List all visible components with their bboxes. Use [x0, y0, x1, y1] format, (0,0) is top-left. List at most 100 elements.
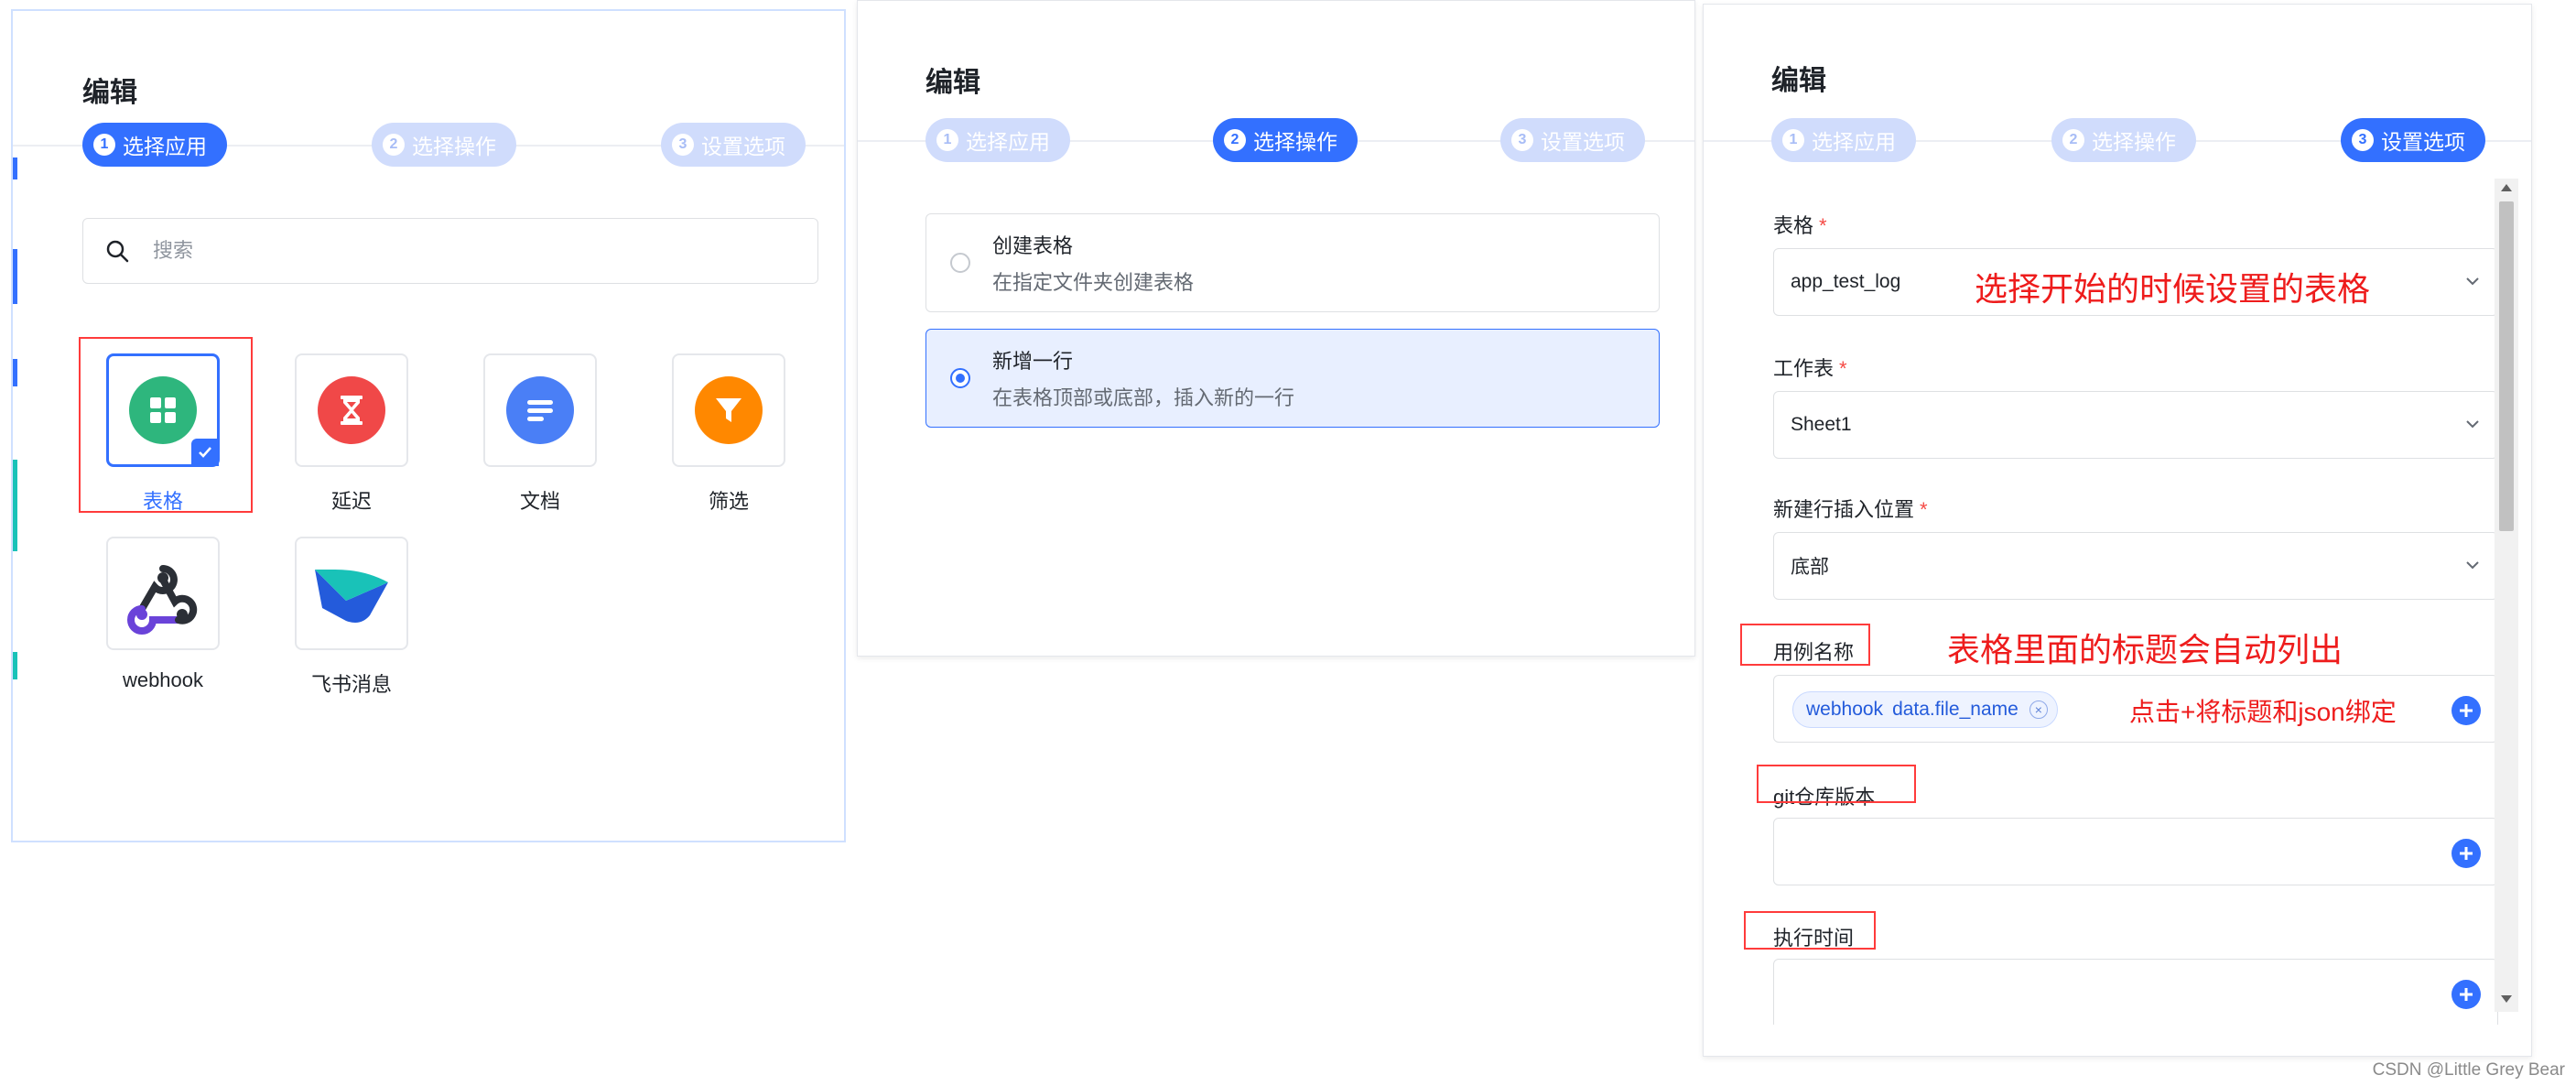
add-binding-button[interactable]: [2452, 980, 2481, 1009]
filter-funnel-icon: [695, 376, 763, 444]
app-tile[interactable]: [295, 537, 408, 650]
option-create-table[interactable]: 创建表格 在指定文件夹创建表格: [925, 213, 1660, 312]
scroll-down-arrow[interactable]: [2501, 995, 2512, 1003]
step-label: 选择操作: [412, 135, 496, 158]
edge-accent: [13, 359, 17, 386]
step-number: 2: [1224, 129, 1246, 151]
step-number: 2: [2062, 129, 2084, 151]
panel-title: 编辑: [925, 68, 980, 98]
case-name-field[interactable]: webhook data.file_name × 点击+将标题和json绑定: [1773, 675, 2498, 743]
scroll-up-arrow[interactable]: [2501, 184, 2512, 191]
step-number: 1: [93, 134, 115, 156]
app-tile[interactable]: [106, 537, 220, 650]
app-webhook[interactable]: webhook: [104, 537, 222, 692]
chevron-down-icon: [2466, 561, 2479, 570]
app-tile[interactable]: [672, 353, 785, 467]
plus-icon: [2460, 988, 2473, 1001]
step-select-app[interactable]: 1 选择应用: [925, 118, 1070, 162]
worksheet-select[interactable]: Sheet1: [1773, 391, 2498, 459]
required-mark: *: [1819, 214, 1827, 237]
annotation-titles-listed: 表格里面的标题会自动列出: [1947, 631, 2343, 668]
app-feishu-message[interactable]: 飞书消息: [293, 537, 410, 698]
step-label: 选择应用: [966, 130, 1050, 154]
chip-source-tag: webhook: [1806, 699, 1884, 720]
required-mark: *: [1839, 357, 1847, 380]
option-title: 创建表格: [992, 234, 1074, 257]
worksheet-field-label: 工作表 *: [1773, 353, 1847, 382]
radio-dot: [956, 374, 965, 383]
app-label: 文档: [519, 490, 560, 513]
edge-accent: [13, 157, 17, 179]
hourglass-icon: [318, 376, 385, 444]
add-binding-button[interactable]: [2452, 696, 2481, 725]
option-description: 在表格顶部或底部，插入新的一行: [992, 386, 1295, 409]
highlight-box: [1740, 624, 1870, 666]
edge-accent: [13, 249, 17, 304]
required-mark: *: [1920, 498, 1928, 521]
field-binding-chip[interactable]: webhook data.file_name ×: [1792, 691, 2058, 728]
app-label: 延迟: [330, 490, 372, 513]
step-label: 设置选项: [701, 135, 785, 158]
step-select-app[interactable]: 1 选择应用: [1771, 118, 1916, 162]
step-number: 3: [1511, 129, 1533, 151]
edge-accent: [13, 652, 17, 679]
search-icon: [106, 240, 129, 263]
panel-title: 编辑: [82, 78, 137, 108]
select-value: Sheet1: [1791, 414, 1852, 435]
app-label: 筛选: [708, 490, 749, 513]
step-settings[interactable]: 3 设置选项: [2341, 118, 2485, 162]
app-filter[interactable]: 筛选: [670, 353, 787, 515]
step-select-action[interactable]: 2 选择操作: [372, 123, 516, 167]
chevron-down-icon: [2466, 277, 2479, 286]
step-number: 3: [2352, 129, 2374, 151]
step-settings[interactable]: 3 设置选项: [1500, 118, 1645, 162]
annotation-choose-table: 选择开始的时候设置的表格: [1975, 270, 2371, 308]
app-label: 飞书消息: [310, 673, 392, 696]
app-delay[interactable]: 延迟: [293, 353, 410, 515]
step-number: 1: [1782, 129, 1804, 151]
label-text: 工作表: [1773, 357, 1835, 380]
option-description: 在指定文件夹创建表格: [992, 271, 1195, 294]
plus-icon: [2460, 847, 2473, 860]
step-number: 1: [936, 129, 958, 151]
exec-time-field[interactable]: [1773, 959, 2498, 1025]
credit-watermark: CSDN @Little Grey Bear: [2372, 1060, 2565, 1080]
search-input[interactable]: [153, 239, 794, 263]
step-label: 设置选项: [1541, 130, 1625, 154]
step-number: 2: [383, 134, 405, 156]
app-label: webhook: [122, 668, 204, 691]
step-number: 3: [672, 134, 694, 156]
edge-accent: [13, 460, 17, 551]
git-version-field[interactable]: [1773, 818, 2498, 885]
step-label: 选择操作: [2092, 130, 2176, 154]
chip-value: data.file_name: [1892, 699, 2019, 720]
search-box[interactable]: [82, 218, 818, 284]
select-value: 底部: [1791, 557, 1829, 578]
highlight-box: [1744, 911, 1876, 950]
app-document[interactable]: 文档: [482, 353, 599, 515]
app-tile[interactable]: [295, 353, 408, 467]
insert-position-field-label: 新建行插入位置 *: [1773, 494, 1928, 523]
settings-panel: 编辑 1 选择应用 2 选择操作 3 设置选项 表格 * app_test_log…: [1703, 4, 2532, 1057]
option-title: 新增一行: [992, 350, 1074, 373]
step-label: 选择应用: [1812, 130, 1896, 154]
radio-button[interactable]: [950, 368, 970, 388]
close-icon[interactable]: ×: [2029, 700, 2048, 719]
label-text: 新建行插入位置: [1773, 498, 1915, 521]
add-binding-button[interactable]: [2452, 839, 2481, 868]
step-label: 设置选项: [2381, 130, 2465, 154]
insert-position-select[interactable]: 底部: [1773, 532, 2498, 600]
feishu-message-icon: [315, 570, 388, 623]
app-tile[interactable]: [483, 353, 597, 467]
step-select-app[interactable]: 1 选择应用: [82, 123, 227, 167]
option-add-row[interactable]: 新增一行 在表格顶部或底部，插入新的一行: [925, 329, 1660, 428]
step-select-action[interactable]: 2 选择操作: [1213, 118, 1358, 162]
scrollbar-thumb[interactable]: [2499, 201, 2514, 531]
plus-icon: [2460, 704, 2473, 717]
annotation-click-plus: 点击+将标题和json绑定: [2129, 698, 2397, 726]
document-lines-icon: [506, 376, 574, 444]
select-value: app_test_log: [1791, 271, 1901, 292]
step-settings[interactable]: 3 设置选项: [661, 123, 806, 167]
step-select-action[interactable]: 2 选择操作: [2051, 118, 2196, 162]
radio-button[interactable]: [950, 253, 970, 273]
